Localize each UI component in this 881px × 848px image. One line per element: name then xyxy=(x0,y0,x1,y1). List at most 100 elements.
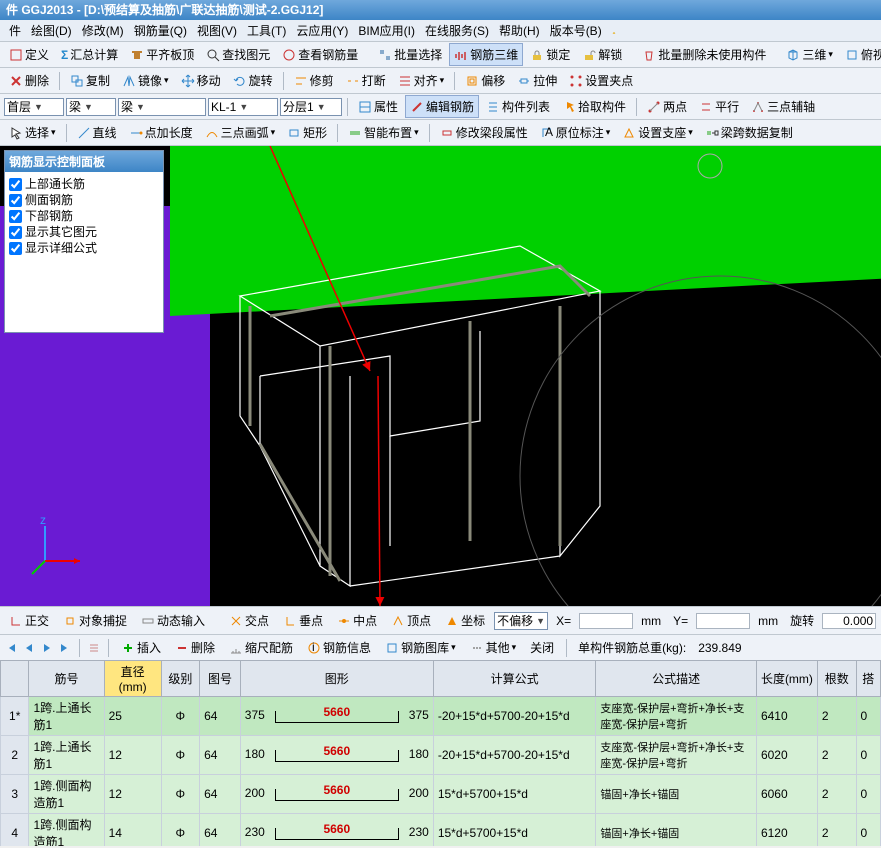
col-rownum[interactable] xyxy=(1,661,29,697)
rebar-close-button[interactable]: 关闭 xyxy=(525,636,559,659)
cell-formula[interactable]: -20+15*d+5700-20+15*d xyxy=(433,697,596,736)
rebar-info-button[interactable]: i钢筋信息 xyxy=(302,636,376,659)
cell-lap[interactable]: 0 xyxy=(856,814,880,847)
grip-button[interactable]: 设置夹点 xyxy=(564,69,638,92)
menu-view[interactable]: 视图(V) xyxy=(192,22,242,39)
look-down-button[interactable]: 俯视 xyxy=(840,43,881,66)
viewport-3d[interactable]: 钢筋显示控制面板 上部通长筋 侧面钢筋 下部钢筋 显示其它图元 显示详细公式 z xyxy=(0,146,881,606)
cell-shape[interactable]: 2305660230 xyxy=(240,814,433,847)
type-select[interactable]: 梁▼ xyxy=(118,98,206,116)
break-button[interactable]: 打断 xyxy=(341,69,391,92)
chk-other[interactable]: 显示其它图元 xyxy=(9,224,159,240)
y-input[interactable] xyxy=(696,613,750,629)
cell-desc[interactable]: 锚固+净长+锚固 xyxy=(596,775,757,814)
rebar-lib-button[interactable]: 钢筋图库▾ xyxy=(380,636,461,659)
cell-shapeno[interactable]: 64 xyxy=(200,697,241,736)
find-button[interactable]: 查找图元 xyxy=(201,43,275,66)
hat-icon[interactable] xyxy=(607,24,621,38)
dyn-input-toggle[interactable]: 动态输入 xyxy=(136,609,210,632)
x-input[interactable] xyxy=(579,613,633,629)
row-insert-button[interactable]: 插入 xyxy=(116,636,166,659)
snap-seat[interactable]: 坐标 xyxy=(440,609,490,632)
cell-count[interactable]: 2 xyxy=(817,814,856,847)
cell-name[interactable]: 1跨.侧面构造筋1 xyxy=(29,814,104,847)
cell-name[interactable]: 1跨.上通长筋1 xyxy=(29,736,104,775)
chk-side[interactable]: 侧面钢筋 xyxy=(9,192,159,208)
table-row[interactable]: 41跨.侧面构造筋114Φ64230566023015*d+5700+15*d锚… xyxy=(1,814,881,847)
chk-top[interactable]: 上部通长筋 xyxy=(9,176,159,192)
row-delete-button[interactable]: 删除 xyxy=(170,636,220,659)
cell-formula[interactable]: -20+15*d+5700-20+15*d xyxy=(433,736,596,775)
three-aux-button[interactable]: 三点辅轴 xyxy=(746,95,820,118)
cell-name[interactable]: 1跨.上通长筋1 xyxy=(29,697,104,736)
sum-button[interactable]: Σ 汇总计算 xyxy=(56,43,123,66)
stretch-button[interactable]: 拉伸 xyxy=(512,69,562,92)
cell-grade[interactable]: Φ xyxy=(161,775,200,814)
cell-desc[interactable]: 支座宽-保护层+弯折+净长+支座宽-保护层+弯折 xyxy=(596,736,757,775)
cell-shape[interactable]: 2005660200 xyxy=(240,775,433,814)
cell-dia[interactable]: 14 xyxy=(104,814,161,847)
member-select[interactable]: KL-1▼ xyxy=(208,98,278,116)
menu-online[interactable]: 在线服务(S) xyxy=(420,22,494,39)
batch-delete-button[interactable]: 批量删除未使用构件 xyxy=(637,43,771,66)
two-point-button[interactable]: 两点 xyxy=(642,95,692,118)
cell-grade[interactable]: Φ xyxy=(161,736,200,775)
addlen-button[interactable]: 点加长度 xyxy=(124,121,198,144)
mod-segment-button[interactable]: 修改梁段属性 xyxy=(435,121,533,144)
table-row[interactable]: 31跨.侧面构造筋112Φ64200566020015*d+5700+15*d锚… xyxy=(1,775,881,814)
rebar-3d-button[interactable]: 钢筋三维 xyxy=(449,43,523,66)
offset-mode-select[interactable]: 不偏移▼ xyxy=(494,612,548,630)
rotate-button[interactable]: 旋转 xyxy=(228,69,278,92)
col-lap[interactable]: 搭 xyxy=(856,661,880,697)
col-desc[interactable]: 公式描述 xyxy=(596,661,757,697)
rebar-display-panel[interactable]: 钢筋显示控制面板 上部通长筋 侧面钢筋 下部钢筋 显示其它图元 显示详细公式 xyxy=(4,150,164,333)
line-button[interactable]: 直线 xyxy=(72,121,122,144)
copy-button[interactable]: 复制 xyxy=(65,69,115,92)
delete-button[interactable]: 删除 xyxy=(4,69,54,92)
ortho-toggle[interactable]: 正交 xyxy=(4,609,54,632)
cell-formula[interactable]: 15*d+5700+15*d xyxy=(433,775,596,814)
rect-button[interactable]: 矩形 xyxy=(282,121,332,144)
lock-button[interactable]: 锁定 xyxy=(525,43,575,66)
chk-detail[interactable]: 显示详细公式 xyxy=(9,240,159,256)
menu-cloud[interactable]: 云应用(Y) xyxy=(291,22,353,39)
cell-dia[interactable]: 12 xyxy=(104,736,161,775)
col-name[interactable]: 筋号 xyxy=(29,661,104,697)
cell-lap[interactable]: 0 xyxy=(856,736,880,775)
menu-version[interactable]: 版本号(B) xyxy=(545,22,607,39)
orig-annotate-button[interactable]: A原位标注▾ xyxy=(535,121,616,144)
first-icon[interactable] xyxy=(4,641,18,655)
cell-lap[interactable]: 0 xyxy=(856,775,880,814)
snap-toggle[interactable]: 对象捕捉 xyxy=(58,609,132,632)
batch-select-button[interactable]: 批量选择 xyxy=(373,43,447,66)
edit-rebar-button[interactable]: 编辑钢筋 xyxy=(405,95,479,118)
cell-desc[interactable]: 支座宽-保护层+弯折+净长+支座宽-保护层+弯折 xyxy=(596,697,757,736)
cell-grade[interactable]: Φ xyxy=(161,814,200,847)
table-row[interactable]: 21跨.上通长筋112Φ641805660180-20+15*d+5700-20… xyxy=(1,736,881,775)
cell-desc[interactable]: 锚固+净长+锚固 xyxy=(596,814,757,847)
chk-bottom[interactable]: 下部钢筋 xyxy=(9,208,159,224)
prev-icon[interactable] xyxy=(22,641,36,655)
cell-count[interactable]: 2 xyxy=(817,736,856,775)
cell-count[interactable]: 2 xyxy=(817,775,856,814)
mode-3d-button[interactable]: 三维▾ xyxy=(781,43,838,66)
cell-lap[interactable]: 0 xyxy=(856,697,880,736)
last-icon[interactable] xyxy=(58,641,72,655)
menu-help[interactable]: 帮助(H) xyxy=(494,22,545,39)
scale-rebar-button[interactable]: 缩尺配筋 xyxy=(224,636,298,659)
menu-bim[interactable]: BIM应用(I) xyxy=(353,22,420,39)
cell-grade[interactable]: Φ xyxy=(161,697,200,736)
check-rebar-button[interactable]: 查看钢筋量 xyxy=(277,43,363,66)
cell-shapeno[interactable]: 64 xyxy=(200,814,241,847)
trim-button[interactable]: 修剪 xyxy=(289,69,339,92)
table-row[interactable]: 1*1跨.上通长筋125Φ643755660375-20+15*d+5700-2… xyxy=(1,697,881,736)
align-button[interactable]: 对齐▾ xyxy=(393,69,450,92)
mirror-button[interactable]: 镜像▾ xyxy=(117,69,174,92)
set-support-button[interactable]: 设置支座▾ xyxy=(617,121,698,144)
define-button[interactable]: 定义 xyxy=(4,43,54,66)
smart-arrange-button[interactable]: 智能布置▾ xyxy=(343,121,424,144)
rot-input[interactable] xyxy=(822,613,876,629)
floor-select[interactable]: 首层▼ xyxy=(4,98,64,116)
cell-len[interactable]: 6120 xyxy=(756,814,817,847)
category-select[interactable]: 梁▼ xyxy=(66,98,116,116)
